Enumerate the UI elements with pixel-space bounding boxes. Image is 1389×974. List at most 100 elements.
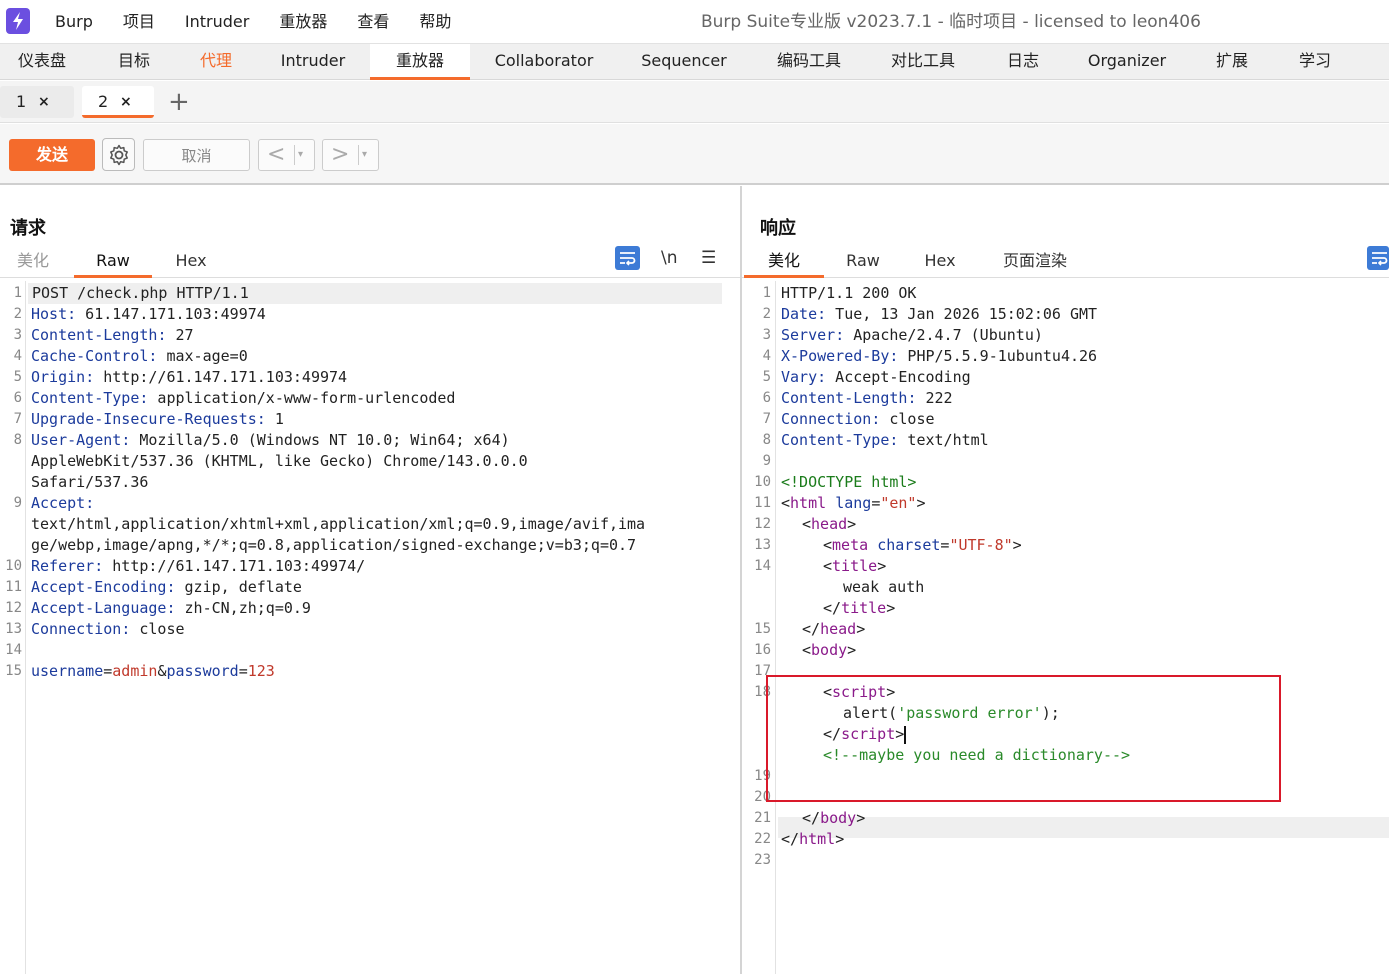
line-number: 6 xyxy=(13,390,22,406)
tab-decoder[interactable]: 编码工具 xyxy=(762,44,856,80)
line-number: 11 xyxy=(5,579,22,595)
word-wrap-icon[interactable] xyxy=(1367,246,1389,270)
tab-hex[interactable]: Hex xyxy=(908,248,972,278)
back-button[interactable]: < ▾ xyxy=(258,139,315,171)
response-panel: 响应 美化 Raw Hex 页面渲染 1 2 3 4 5 6 7 8 9 10 … xyxy=(742,186,1389,974)
header-line: Vary: Accept-Encoding xyxy=(781,368,971,386)
header-line: User-Agent: Mozilla/5.0 (Windows NT 10.0… xyxy=(31,431,510,449)
title-bar: Burp 项目 Intruder 重放器 查看 帮助 Burp Suite专业版… xyxy=(0,0,1389,44)
tab-hex[interactable]: Hex xyxy=(160,248,222,278)
settings-button[interactable] xyxy=(102,138,135,171)
tab-sequencer[interactable]: Sequencer xyxy=(626,44,742,80)
header-continuation: AppleWebKit/537.36 (KHTML, like Gecko) C… xyxy=(31,452,528,470)
line-number: 1 xyxy=(13,285,22,301)
tab-target[interactable]: 目标 xyxy=(94,44,174,80)
header-line: Content-Type: text/html xyxy=(781,431,989,449)
line-number: 9 xyxy=(13,495,22,511)
highlight-annotation-box xyxy=(766,675,1281,802)
tab-pretty[interactable]: 美化 xyxy=(744,248,824,278)
tab-raw[interactable]: Raw xyxy=(830,248,896,278)
html-doctype: <!DOCTYPE html> xyxy=(781,473,917,491)
header-line: Date: Tue, 13 Jan 2026 15:02:06 GMT xyxy=(781,305,1098,323)
chevron-down-icon[interactable]: ▾ xyxy=(298,144,303,166)
html-line: <body> xyxy=(802,641,857,659)
tab-repeater[interactable]: 重放器 xyxy=(370,44,470,80)
close-icon[interactable]: × xyxy=(38,86,50,118)
tab-extensions[interactable]: 扩展 xyxy=(1198,44,1266,80)
tab-intruder[interactable]: Intruder xyxy=(266,44,360,80)
menu-help[interactable]: 帮助 xyxy=(404,0,466,44)
menu-bar: Burp 项目 Intruder 重放器 查看 帮助 xyxy=(40,0,466,44)
chevron-down-icon[interactable]: ▾ xyxy=(362,144,367,166)
line-number: 5 xyxy=(762,369,771,385)
line-number: 12 xyxy=(5,600,22,616)
repeater-tab-2[interactable]: 2 × xyxy=(82,86,154,118)
word-wrap-icon[interactable] xyxy=(615,246,640,270)
cancel-button[interactable]: 取消 xyxy=(143,139,250,171)
line-number: 5 xyxy=(13,369,22,385)
header-continuation: Safari/537.36 xyxy=(31,473,149,491)
response-title: 响应 xyxy=(760,218,796,239)
line-number: 2 xyxy=(762,306,771,322)
header-continuation: text/html,application/xhtml+xml,applicat… xyxy=(31,515,646,533)
line-number: 2 xyxy=(13,306,22,322)
separator xyxy=(294,145,295,165)
close-icon[interactable]: × xyxy=(120,86,132,118)
request-body: username=admin&password=123 xyxy=(31,662,275,680)
tool-tabs: 仪表盘 目标 代理 Intruder 重放器 Collaborator Sequ… xyxy=(0,44,1389,80)
forward-button[interactable]: > ▾ xyxy=(322,139,379,171)
window-title: Burp Suite专业版 v2023.7.1 - 临时项目 - license… xyxy=(701,12,1201,32)
header-line: Cache-Control: max-age=0 xyxy=(31,347,248,365)
header-line: Accept: xyxy=(31,494,95,512)
request-editor[interactable]: 1 2 3 4 5 6 7 8 9 10 11 12 13 14 15 POST… xyxy=(0,281,740,974)
repeater-tabs: 1 × 2 × xyxy=(0,81,1389,123)
line-number: 15 xyxy=(754,621,771,637)
html-line: <title> xyxy=(823,557,887,575)
tab-render[interactable]: 页面渲染 xyxy=(992,248,1078,278)
newline-toggle-icon[interactable]: \n xyxy=(661,248,678,268)
menu-view[interactable]: 查看 xyxy=(342,0,404,44)
tab-organizer[interactable]: Organizer xyxy=(1076,44,1178,80)
menu-burp[interactable]: Burp xyxy=(40,0,108,44)
response-editor[interactable]: 1 2 3 4 5 6 7 8 9 10 11 12 13 14 15 16 1… xyxy=(742,281,1389,974)
line-number: 14 xyxy=(5,642,22,658)
line-number: 10 xyxy=(5,558,22,574)
tab-learn[interactable]: 学习 xyxy=(1282,44,1348,80)
menu-project[interactable]: 项目 xyxy=(108,0,170,44)
chevron-left-icon: < xyxy=(267,142,286,167)
tab-raw[interactable]: Raw xyxy=(74,248,152,278)
request-title: 请求 xyxy=(10,218,46,239)
html-line: </head> xyxy=(802,620,866,638)
menu-repeater[interactable]: 重放器 xyxy=(264,0,342,44)
line-gutter: 1 2 3 4 5 6 7 8 9 10 11 12 13 14 15 xyxy=(0,281,26,974)
menu-icon[interactable]: ☰ xyxy=(701,248,716,268)
line-number: 4 xyxy=(762,348,771,364)
send-button[interactable]: 发送 xyxy=(9,139,95,171)
line-number: 1 xyxy=(762,285,771,301)
line-gutter: 1 2 3 4 5 6 7 8 9 10 11 12 13 14 15 16 1… xyxy=(742,281,776,974)
line-number: 3 xyxy=(762,327,771,343)
header-line: Host: 61.147.171.103:49974 xyxy=(31,305,266,323)
header-line: Content-Length: 222 xyxy=(781,389,953,407)
line-number: 7 xyxy=(13,411,22,427)
tab-comparer[interactable]: 对比工具 xyxy=(876,44,970,80)
toolbar: 发送 取消 < ▾ > ▾ xyxy=(0,124,1389,185)
html-line: <meta charset="UTF-8"> xyxy=(823,536,1022,554)
tab-pretty[interactable]: 美化 xyxy=(0,248,66,278)
tab-dashboard[interactable]: 仪表盘 xyxy=(0,44,84,80)
tab-proxy[interactable]: 代理 xyxy=(176,44,256,80)
repeater-tab-1[interactable]: 1 × xyxy=(0,86,74,118)
html-line: </body> xyxy=(802,809,866,827)
line-number: 14 xyxy=(754,558,771,574)
repeater-tab-label: 1 xyxy=(16,92,27,111)
header-line: Connection: close xyxy=(31,620,185,638)
menu-intruder[interactable]: Intruder xyxy=(170,0,264,44)
add-tab-icon[interactable]: + xyxy=(168,88,190,116)
html-line: </html> xyxy=(781,830,845,848)
tab-logger[interactable]: 日志 xyxy=(990,44,1056,80)
line-number: 9 xyxy=(762,453,771,469)
line-number: 21 xyxy=(754,810,771,826)
header-line: Accept-Encoding: gzip, deflate xyxy=(31,578,302,596)
tab-collaborator[interactable]: Collaborator xyxy=(480,44,608,80)
header-line: Content-Length: 27 xyxy=(31,326,194,344)
